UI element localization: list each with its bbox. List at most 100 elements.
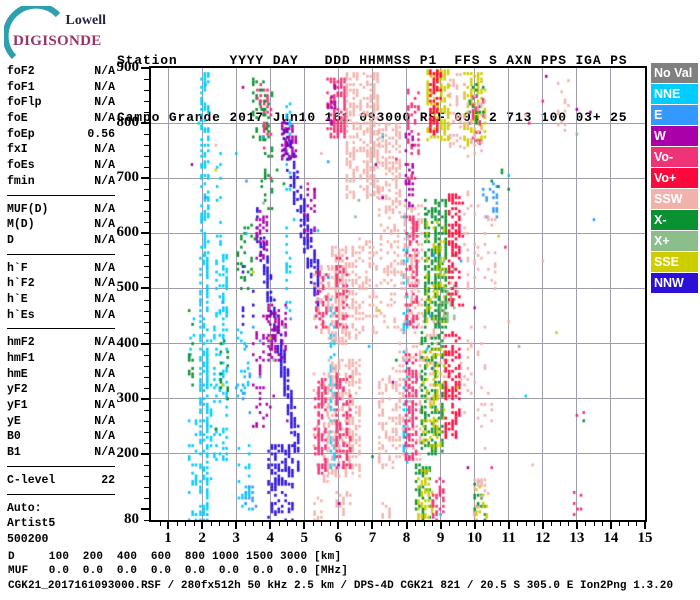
y-tick-label: 200 [116,444,140,461]
param-value: N/A [94,96,115,110]
x-minor-tick [602,522,604,526]
x-minor-tick [534,522,536,526]
x-tick-label: 11 [501,530,516,546]
y-major-tick [141,177,149,180]
param-row: foEp 0.56 [7,127,115,143]
x-minor-tick [619,522,621,526]
y-tick-label: 300 [116,389,140,406]
x-minor-tick [423,522,425,526]
x-major-tick [609,522,612,529]
y-minor-tick [144,101,149,103]
x-minor-tick [193,522,195,526]
legend-item-vo-: Vo- [651,147,698,167]
x-major-tick [439,522,442,529]
param-label: fxI [7,143,28,157]
y-minor-tick [144,134,149,136]
legend-item-x-: X- [651,210,698,230]
param-row: fmin N/A [7,174,115,190]
param-value: N/A [94,367,115,381]
y-minor-tick [144,222,149,224]
param-row: B1 N/A [7,445,115,461]
ionogram-data-canvas [151,68,645,520]
y-minor-tick [144,387,149,389]
y-minor-tick [144,156,149,158]
x-tick-label: 1 [164,530,172,546]
x-minor-tick [219,522,221,526]
x-minor-tick [627,522,629,526]
logo-lowell-text: Lowell [65,13,106,28]
x-tick-label: 12 [535,530,551,546]
x-minor-tick [491,522,493,526]
param-row: foFlp N/A [7,95,115,111]
y-minor-tick [144,244,149,246]
y-minor-tick [144,497,149,499]
x-major-tick [269,522,272,529]
x-minor-tick [159,522,161,526]
y-minor-tick [144,145,149,147]
x-minor-tick [287,522,289,526]
x-minor-tick [466,522,468,526]
param-row: h`F N/A [7,261,115,277]
param-label: foEs [7,159,35,173]
logo-digisonde-text: DIGISONDE [13,33,102,49]
param-row: 500200 [7,532,115,548]
legend-item-nne: NNE [651,84,698,104]
param-row: Artist5 [7,516,115,532]
y-major-tick [141,342,149,345]
legend-item-w: W [651,126,698,146]
x-major-tick [167,522,170,529]
param-label: foFlp [7,96,42,110]
panel-separator [7,328,115,330]
panel-separator [7,253,115,255]
x-tick-label: 15 [637,530,653,546]
x-major-tick [201,522,204,529]
x-tick-label: 10 [467,530,483,546]
x-minor-tick [253,522,255,526]
y-minor-tick [144,475,149,477]
y-major-tick [141,397,149,400]
x-major-tick [303,522,306,529]
x-major-tick [235,522,238,529]
y-minor-tick [144,200,149,202]
param-row: foEs N/A [7,158,115,174]
y-minor-tick [144,431,149,433]
y-minor-tick [144,189,149,191]
x-tick-label: 7 [368,530,377,546]
param-label: h`Es [7,308,35,322]
y-minor-tick [144,520,149,521]
param-label: M(D) [7,218,35,232]
param-label: h`F [7,261,28,275]
panel-separator [7,194,115,196]
param-label: yF1 [7,399,28,413]
param-value: N/A [94,143,115,157]
legend-item-x-: X+ [651,231,698,251]
x-minor-tick [261,522,263,526]
param-row: yF2 N/A [7,382,115,398]
x-minor-tick [363,522,365,526]
x-minor-tick [585,522,587,526]
legend-item-sse: SSE [651,252,698,272]
y-minor-tick [144,486,149,488]
param-row: Auto: [7,501,115,517]
x-minor-tick [295,522,297,526]
param-row: yF1 N/A [7,398,115,414]
x-major-tick [371,522,374,529]
x-minor-tick [321,522,323,526]
y-minor-tick [144,376,149,378]
x-minor-tick [636,522,638,526]
param-label: foE [7,112,28,126]
y-minor-tick [144,365,149,367]
param-label: foEp [7,127,35,141]
y-minor-tick [144,409,149,411]
param-label: h`E [7,292,28,306]
param-row: hmF2 N/A [7,335,115,351]
param-value: 22 [101,473,115,487]
param-value: N/A [94,352,115,365]
distance-row: D 100 200 400 600 800 1000 1500 3000 [km… [8,551,342,563]
x-minor-tick [185,522,187,526]
y-major-tick [141,507,149,510]
x-minor-tick [389,522,391,526]
y-tick-label: 600 [116,224,140,241]
x-minor-tick [483,522,485,526]
y-major-tick [141,452,149,455]
